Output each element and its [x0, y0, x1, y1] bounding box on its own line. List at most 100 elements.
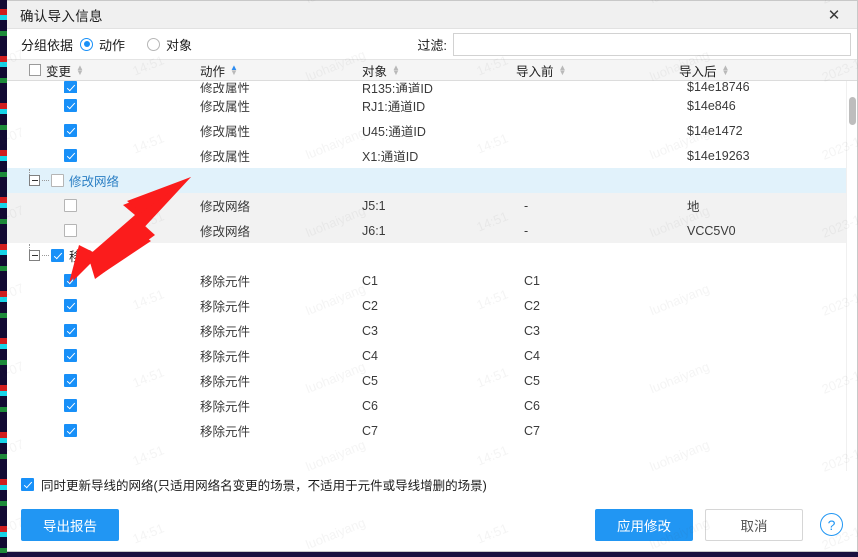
options-bar: 分组依据 动作 对象 过滤:	[7, 29, 857, 59]
apply-changes-button[interactable]: 应用修改	[595, 508, 693, 541]
column-header-after-label: 导入后	[679, 64, 717, 79]
column-header-action-label: 动作	[200, 64, 226, 79]
row-checkbox[interactable]	[64, 124, 77, 137]
table-row[interactable]: 移除元件 C4 C4	[7, 343, 857, 368]
column-header-before[interactable]: 导入前 ▲ ▼	[516, 59, 566, 81]
cell-object: C1	[362, 273, 378, 288]
cell-object: C5	[362, 373, 378, 388]
column-header-after[interactable]: 导入后 ▲ ▼	[679, 59, 729, 81]
row-checkbox[interactable]	[64, 81, 77, 93]
row-checkbox[interactable]	[64, 199, 77, 212]
filter-input[interactable]	[453, 32, 851, 56]
cell-before: -	[524, 198, 529, 213]
column-header-object-label: 对象	[362, 64, 388, 79]
radio-object-label: 对象	[166, 37, 193, 53]
close-icon[interactable]: ✕	[811, 1, 857, 29]
cell-after: $14e846	[687, 98, 736, 113]
screen-edge-strip	[0, 0, 7, 557]
table-group-row[interactable]: 移除元件	[7, 243, 857, 268]
group-row-checkbox[interactable]	[51, 249, 64, 262]
expander-collapse-icon[interactable]	[29, 169, 40, 186]
tree-connector-line	[42, 180, 49, 181]
group-by-label: 分组依据	[21, 37, 74, 53]
table-row[interactable]: 移除元件 C2 C2	[7, 293, 857, 318]
table-row[interactable]: 移除元件 C6 C6	[7, 393, 857, 418]
row-checkbox[interactable]	[64, 374, 77, 387]
dialog-footer: 导出报告 应用修改 取消 ?	[7, 497, 857, 551]
update-wire-network-option[interactable]: 同时更新导线的网络(只适用网络名变更的场景，不适用于元件或导线增删的场景)	[7, 471, 857, 497]
select-all-checkbox[interactable]	[29, 64, 41, 76]
dialog-title: 确认导入信息	[20, 8, 103, 24]
cell-before: C6	[524, 398, 540, 413]
cell-before: C7	[524, 423, 540, 438]
help-icon[interactable]: ?	[820, 513, 843, 536]
cell-object: X1:通道ID	[362, 150, 419, 164]
cell-action: 修改属性	[200, 125, 251, 139]
sort-icon-before: ▲ ▼	[558, 62, 567, 77]
cell-action: 修改属性	[200, 150, 251, 164]
row-checkbox[interactable]	[64, 424, 77, 437]
column-header-change-label: 变更	[46, 64, 72, 79]
table-row[interactable]: 修改网络 J6:1 - VCC5V0	[7, 218, 857, 243]
table-group-row[interactable]: 修改网络	[7, 168, 857, 193]
cell-object: C4	[362, 348, 378, 363]
cell-before: C3	[524, 323, 540, 338]
sort-icon-change: ▲ ▼	[76, 62, 84, 77]
tree-connector-line	[42, 255, 49, 256]
cell-before: C4	[524, 348, 540, 363]
cell-action: 移除元件	[200, 400, 251, 414]
row-checkbox[interactable]	[64, 274, 77, 287]
sort-icon-object: ▲ ▼	[392, 62, 400, 77]
column-header-action[interactable]: 动作 ▲ ▼	[200, 59, 238, 81]
export-report-button[interactable]: 导出报告	[21, 508, 119, 541]
radio-group-by-action[interactable]: 动作	[80, 35, 125, 54]
filter-label: 过滤:	[417, 37, 447, 53]
row-checkbox[interactable]	[64, 349, 77, 362]
radio-group-by-object[interactable]: 对象	[147, 35, 192, 54]
column-header-change[interactable]: 变更 ▲ ▼	[29, 59, 84, 81]
cancel-button[interactable]: 取消	[705, 508, 803, 541]
table-row[interactable]: 修改网络 J5:1 - 地	[7, 193, 857, 218]
expander-collapse-icon[interactable]	[29, 244, 40, 261]
cell-before: C5	[524, 373, 540, 388]
cell-after: $14e1472	[687, 123, 743, 138]
update-wire-network-label: 同时更新导线的网络(只适用网络名变更的场景，不适用于元件或导线增删的场景)	[41, 478, 487, 493]
cell-object: C3	[362, 323, 378, 338]
table-row[interactable]: 移除元件 C7 C7	[7, 418, 857, 443]
group-row-checkbox[interactable]	[51, 174, 64, 187]
filter-area: 过滤:	[417, 32, 851, 56]
cell-object: R135:通道ID	[362, 81, 433, 94]
table-body[interactable]: 修改属性 R135:通道ID $14e18746 修改属性 RJ1:通道ID $14e84…	[7, 81, 857, 471]
update-wire-network-checkbox[interactable]	[21, 477, 34, 491]
scrollbar-thumb[interactable]	[849, 97, 856, 125]
row-checkbox[interactable]	[64, 324, 77, 337]
row-checkbox[interactable]	[64, 399, 77, 412]
cell-before: -	[524, 223, 529, 238]
cell-object: J5:1	[362, 198, 386, 213]
cell-object: C7	[362, 423, 378, 438]
row-checkbox[interactable]	[64, 224, 77, 237]
row-checkbox[interactable]	[64, 99, 77, 112]
row-checkbox[interactable]	[64, 299, 77, 312]
cell-action: 修改网络	[200, 225, 251, 239]
table-row[interactable]: 修改属性 U45:通道ID $14e1472	[7, 118, 857, 143]
radio-object-indicator[interactable]	[147, 37, 161, 51]
cell-action: 移除元件	[200, 300, 251, 314]
vertical-scrollbar[interactable]	[846, 81, 857, 471]
table-row[interactable]: 修改属性 X1:通道ID $14e19263	[7, 143, 857, 168]
cell-object: C2	[362, 298, 378, 313]
row-checkbox[interactable]	[64, 149, 77, 162]
sort-icon-action: ▲ ▼	[230, 62, 238, 77]
cell-action: 修改属性	[200, 81, 251, 94]
group-row-label: 修改网络	[69, 175, 120, 189]
radio-action-indicator[interactable]	[80, 37, 94, 51]
table-row[interactable]: 移除元件 C1 C1	[7, 268, 857, 293]
table-row[interactable]: 修改属性 R135:通道ID $14e18746	[7, 81, 857, 93]
table-row[interactable]: 移除元件 C3 C3	[7, 318, 857, 343]
table-row[interactable]: 修改属性 RJ1:通道ID $14e846	[7, 93, 857, 118]
table-row[interactable]: 移除元件 C5 C5	[7, 368, 857, 393]
column-header-object[interactable]: 对象 ▲ ▼	[362, 59, 400, 81]
cell-object: J6:1	[362, 223, 386, 238]
footer-right-actions: 应用修改 取消 ?	[595, 508, 843, 541]
cell-action: 移除元件	[200, 425, 251, 439]
